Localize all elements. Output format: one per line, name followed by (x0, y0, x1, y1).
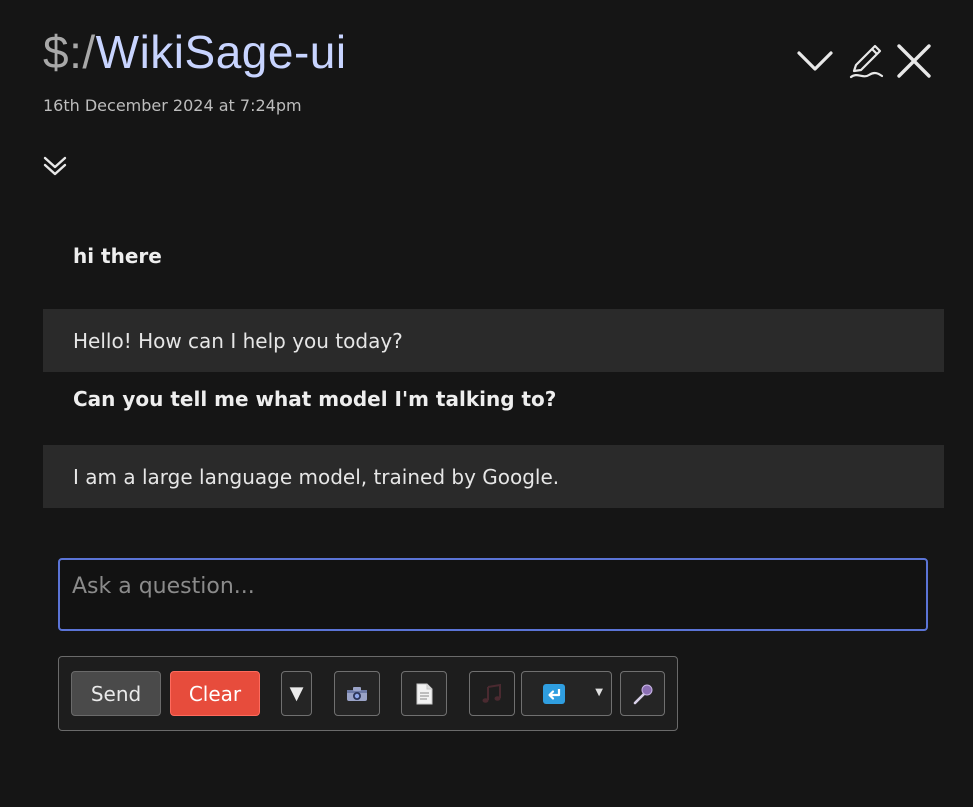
clear-button[interactable]: Clear (170, 671, 260, 716)
input-toolbar: Send Clear ▼ ▼ (58, 656, 678, 731)
camera-button[interactable] (334, 671, 380, 716)
return-arrow-icon (543, 683, 565, 704)
send-button[interactable]: Send (71, 671, 161, 716)
document-button[interactable] (401, 671, 447, 716)
assistant-message: Hello! How can I help you today? (43, 309, 944, 372)
audio-button[interactable] (469, 671, 515, 716)
pencil-icon (849, 44, 884, 79)
double-chevron-down-icon (43, 156, 67, 176)
collapse-button[interactable] (794, 40, 836, 82)
document-icon (416, 683, 433, 704)
return-dropdown-button[interactable]: ▼ (521, 671, 612, 716)
microphone-button[interactable] (620, 671, 665, 716)
close-button[interactable] (893, 40, 935, 82)
microphone-icon (633, 684, 652, 704)
close-icon (897, 44, 931, 78)
edit-button[interactable] (844, 40, 886, 82)
user-message: hi there (73, 243, 162, 268)
question-input[interactable] (58, 558, 928, 631)
page-title: $:/WikiSage-ui (43, 22, 347, 82)
title-text: WikiSage-ui (95, 26, 347, 78)
mode-dropdown-button[interactable]: ▼ (281, 671, 312, 716)
chevron-down-icon (797, 51, 833, 71)
timestamp: 16th December 2024 at 7:24pm (43, 96, 302, 115)
app-window: $:/WikiSage-ui 16th December 2024 at 7:2… (0, 0, 973, 807)
user-message: Can you tell me what model I'm talking t… (73, 386, 557, 411)
caret-down-icon: ▼ (595, 687, 603, 698)
conversation: hi there Hello! How can I help you today… (43, 222, 944, 550)
camera-icon (347, 686, 367, 701)
music-note-icon (482, 683, 501, 703)
title-prompt: $:/ (43, 26, 96, 78)
assistant-message: I am a large language model, trained by … (43, 445, 944, 508)
expand-toggle[interactable] (41, 152, 69, 180)
